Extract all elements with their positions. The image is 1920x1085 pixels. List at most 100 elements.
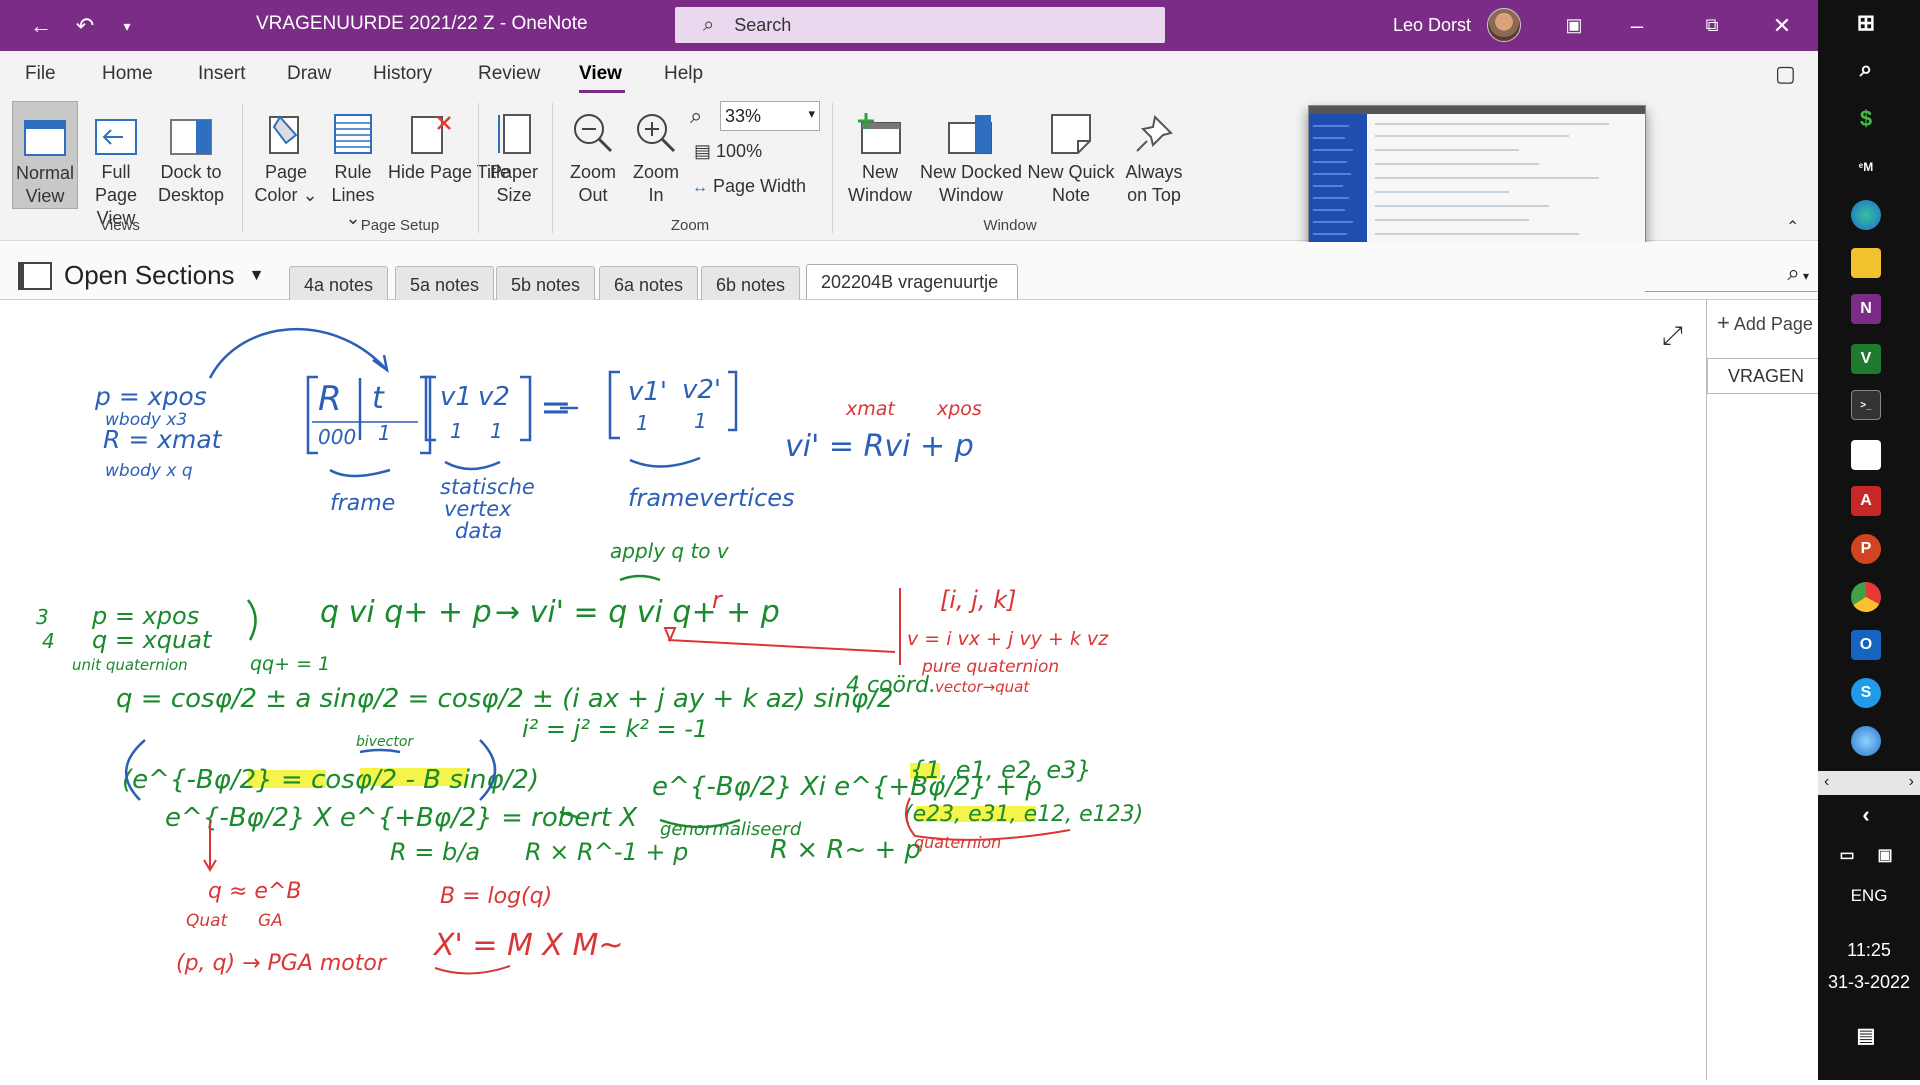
fullscreen-toggle-icon[interactable]: ▣ [1542,0,1606,51]
add-page-button[interactable]: + Add Page [1717,310,1813,336]
terminal-icon[interactable]: >_ [1851,390,1881,420]
section-tab-5a-notes[interactable]: 5a notes [395,266,495,300]
clock-time[interactable]: 11:25 [1818,940,1920,961]
close-icon[interactable]: ✕ [1750,0,1814,51]
rule-lines-button[interactable]: Rule Lines ⌄ [322,107,384,230]
tab-history[interactable]: History [373,63,432,85]
new-window-button[interactable]: New Window [840,107,920,207]
skype-icon[interactable]: S [1851,678,1881,708]
search-icon[interactable]: ⌕ [1851,54,1881,84]
avatar[interactable] [1487,8,1521,42]
search-input[interactable]: ⌕ Search [675,7,1165,43]
search-icon: ⌕ [703,13,715,36]
tab-view[interactable]: View [579,63,622,85]
page-color-icon [254,107,318,155]
blue-ink: p = xpos wbody x3 R = xmat wbody x q R t… [94,375,974,543]
ink-text: vertex [444,497,512,521]
full-page-view-icon [80,107,152,155]
ink-text: qq+ = 1 [250,653,330,675]
zoom-out-button[interactable]: Zoom Out [562,107,624,207]
ink-text: R × R^-1 + p [525,838,688,866]
acrobat-icon[interactable]: A [1851,486,1881,516]
network-icon[interactable]: ▣ [1870,840,1900,870]
notebook-pane-icon[interactable]: ▢ [1775,61,1796,87]
always-on-top-label: Always on Top [1125,162,1183,205]
page-list-item[interactable]: VRAGEN [1707,358,1819,394]
ink-text: wbody x q [105,461,193,481]
collapse-ribbon-icon[interactable]: ⌃ [1786,217,1799,237]
ink-text: R = b/a [390,838,480,866]
notifications-icon[interactable]: ▤ [1851,1020,1881,1050]
title-bar: ← ↶ ▾ VRAGENUURDE 2021/22 Z - OneNote ⌕ … [0,0,1818,51]
tab-file[interactable]: File [25,63,56,85]
page-canvas[interactable]: p = xpos wbody x3 R = xmat wbody x q R t… [0,300,1706,1080]
vim-icon[interactable]: V [1851,344,1881,374]
expand-icon[interactable]: ⤢ [1662,320,1683,352]
tab-insert[interactable]: Insert [198,63,246,85]
paper-size-button[interactable]: Paper Size [484,107,544,207]
normal-view-button[interactable]: Normal View [12,101,78,209]
section-tab-6a-notes[interactable]: 6a notes [599,266,699,300]
open-sections-dropdown[interactable]: Open Sections ▼ [18,260,264,291]
tab-review[interactable]: Review [478,63,540,85]
user-name[interactable]: Leo Dorst [1393,15,1471,36]
ink-text: apply q to v [610,539,730,563]
edge-icon[interactable] [1851,200,1881,230]
network-app-icon[interactable] [1851,726,1881,756]
powerpoint-icon[interactable]: P [1851,534,1881,564]
ink-text: Quat [186,911,229,931]
window-title: VRAGENUURDE 2021/22 Z - OneNote [256,13,588,34]
page-color-button[interactable]: Page Color ⌄ [254,107,318,207]
ink-text: 1 [450,419,463,443]
clock-date[interactable]: 31-3-2022 [1818,972,1920,993]
taskbar-scrollbar[interactable]: ‹ › [1818,771,1920,795]
file-explorer-icon[interactable] [1851,248,1881,278]
normal-view-label: Normal View [15,163,74,206]
document-icon[interactable] [1851,440,1881,470]
minimize-icon[interactable]: – [1605,0,1669,51]
chevron-right-icon[interactable]: › [1909,773,1914,791]
section-tab-202204b-vragenuurtje[interactable]: 202204B vragenuurtje [806,264,1018,299]
input-language[interactable]: ENG [1818,886,1920,906]
ink-text: (e23, e31, e12, e123) [904,802,1143,827]
hide-page-title-button[interactable]: Hide Page Title [388,107,510,184]
always-on-top-button[interactable]: Always on Top [1116,107,1192,207]
back-icon[interactable]: ← [26,11,56,41]
ink-text: v = i vx + j vy + k vz [907,628,1109,650]
section-search-input[interactable]: ⌕ ▾ [1645,260,1817,292]
dollar-app-icon[interactable]: $ [1851,104,1881,134]
section-tab-6b-notes[interactable]: 6b notes [701,266,801,300]
zoom-out-label: Zoom Out [569,162,616,205]
dock-to-desktop-button[interactable]: Dock to Desktop [156,107,226,207]
zoom-in-button[interactable]: Zoom In [626,107,686,207]
windows-start-icon[interactable]: ⊞ [1851,8,1881,38]
chrome-icon[interactable] [1851,582,1881,612]
ink-text: 1 [378,421,391,445]
section-tab-4a-notes[interactable]: 4a notes [289,266,389,300]
new-quick-note-button[interactable]: New Quick Note [1024,107,1118,207]
zoom-level-select[interactable]: 33% ▾ [720,101,820,131]
ink-text: vector→quat [935,678,1030,696]
pin-icon [1116,107,1192,155]
outlook-icon[interactable]: O [1851,630,1881,660]
battery-icon[interactable]: ▭ [1832,840,1862,870]
page-width-button[interactable]: ↔ Page Width [692,176,806,197]
show-hidden-icons-icon[interactable]: ‹ [1851,800,1881,830]
tab-draw[interactable]: Draw [287,63,331,85]
tab-help[interactable]: Help [664,63,703,85]
ink-text: 3 [36,605,49,629]
ink-text: R [318,379,342,419]
quick-access-dropdown-icon[interactable]: ▾ [112,11,142,41]
new-docked-window-button[interactable]: New Docked Window [916,107,1026,207]
full-page-view-button[interactable]: Full Page View [80,107,152,230]
zoom-100-button[interactable]: ▤ 100% [694,141,762,162]
chevron-left-icon[interactable]: ‹ [1824,773,1829,791]
undo-icon[interactable]: ↶ [70,11,100,41]
rule-lines-icon [322,107,384,155]
tab-home[interactable]: Home [102,63,153,85]
onenote-icon[interactable]: N [1851,294,1881,324]
math-app-icon[interactable]: ᵉM [1851,152,1881,182]
plus-icon: + [1717,310,1730,335]
section-tab-5b-notes[interactable]: 5b notes [496,266,596,300]
restore-icon[interactable]: ⧉ [1680,0,1744,51]
